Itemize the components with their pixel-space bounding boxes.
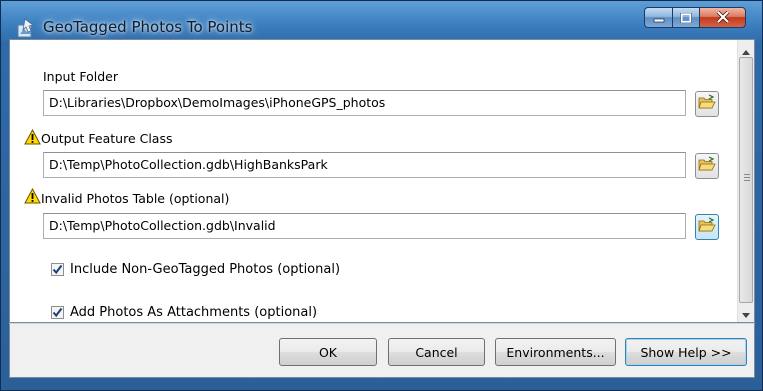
checkmark-icon [52, 303, 63, 322]
include-non-geotagged-checkbox[interactable] [51, 263, 64, 276]
warning-icon [24, 128, 41, 145]
show-help-button[interactable]: Show Help >> [625, 338, 747, 366]
folder-browse-icon [698, 94, 716, 114]
output-feature-class-field[interactable]: D:\Temp\PhotoCollection.gdb\HighBanksPar… [43, 152, 686, 178]
input-folder-field[interactable]: D:\Libraries\Dropbox\DemoImages\iPhoneGP… [43, 90, 686, 116]
invalid-photos-table-field[interactable]: D:\Temp\PhotoCollection.gdb\Invalid [43, 213, 686, 239]
scroll-down-button[interactable] [738, 304, 754, 320]
invalid-photos-table-browse-button[interactable] [695, 214, 719, 240]
environments-button[interactable]: Environments... [495, 338, 616, 366]
scroll-thumb[interactable] [739, 57, 753, 303]
scroll-up-icon [742, 40, 750, 59]
maximize-icon [680, 8, 692, 27]
button-bar: OK Cancel Environments... Show Help >> [9, 323, 755, 378]
window-title: GeoTagged Photos To Points [43, 18, 253, 36]
checkmark-icon [52, 260, 63, 279]
app-icon [15, 17, 37, 39]
minimize-button[interactable] [644, 7, 672, 28]
include-non-geotagged-label[interactable]: Include Non-GeoTagged Photos (optional) [70, 262, 340, 277]
minimize-icon [653, 8, 665, 27]
invalid-photos-table-label: Invalid Photos Table (optional) [41, 191, 230, 206]
ok-button[interactable]: OK [279, 338, 377, 366]
input-folder-label: Input Folder [43, 69, 118, 84]
output-feature-class-label: Output Feature Class [41, 131, 173, 146]
close-icon [716, 8, 730, 27]
add-photos-as-attachments-checkbox[interactable] [51, 306, 64, 319]
folder-browse-icon [698, 217, 716, 237]
parameters-panel: Input Folder D:\Libraries\Dropbox\DemoIm… [9, 39, 755, 323]
output-feature-class-browse-button[interactable] [695, 153, 719, 179]
folder-browse-icon [698, 156, 716, 176]
input-folder-browse-button[interactable] [695, 91, 719, 117]
add-photos-as-attachments-label[interactable]: Add Photos As Attachments (optional) [70, 305, 317, 320]
dialog-window: GeoTagged Photos To Points Input Folder [0, 0, 763, 391]
vertical-scrollbar[interactable] [737, 40, 754, 322]
scroll-up-button[interactable] [738, 41, 754, 57]
close-button[interactable] [699, 7, 746, 28]
warning-icon [24, 187, 41, 204]
caption-buttons [644, 7, 746, 28]
cancel-button[interactable]: Cancel [388, 338, 485, 366]
scroll-down-icon [742, 303, 750, 322]
maximize-button[interactable] [672, 7, 699, 28]
